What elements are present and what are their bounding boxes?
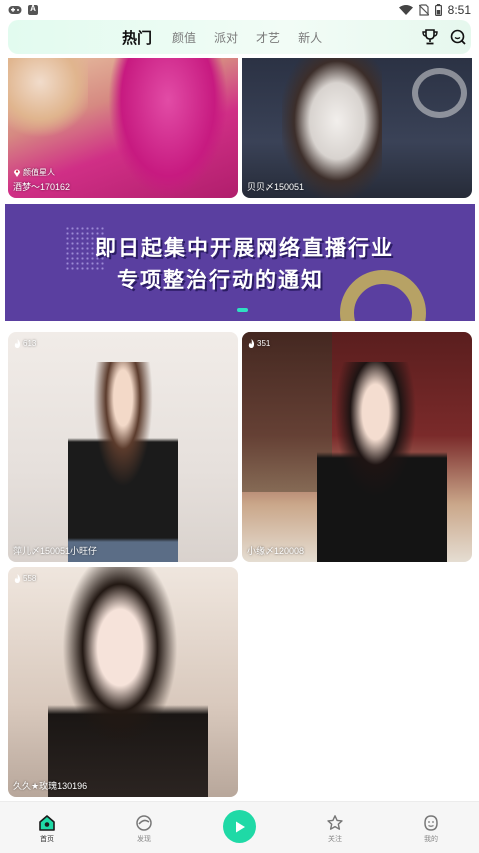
banner-page-indicator bbox=[237, 308, 248, 312]
tab-party[interactable]: 派对 bbox=[214, 29, 238, 46]
banner-title-line2: 专项整治行动的通知 bbox=[117, 269, 324, 292]
live-card[interactable]: 351 小缘〆120008 bbox=[242, 332, 472, 562]
star-icon bbox=[327, 815, 343, 830]
trophy-icon[interactable] bbox=[421, 28, 439, 46]
nav-home[interactable]: 首页 bbox=[27, 814, 67, 844]
nav-home-label: 首页 bbox=[40, 836, 54, 843]
banner-title-line1: 即日起集中开展网络直播行业 bbox=[95, 237, 394, 260]
card-caption: 小缘〆120008 bbox=[247, 546, 305, 556]
streamer-photo bbox=[282, 58, 382, 198]
banner-ring-decoration bbox=[340, 270, 426, 321]
tab-looks[interactable]: 颜值 bbox=[172, 29, 196, 46]
fire-icon bbox=[14, 339, 21, 348]
card-caption: 久久★玫瑰130196 bbox=[13, 781, 88, 791]
home-icon bbox=[39, 815, 55, 831]
status-bar: A 8:51 bbox=[0, 0, 479, 20]
viewer-count: 558 bbox=[14, 574, 36, 583]
search-icon[interactable] bbox=[449, 28, 467, 46]
a-icon: A bbox=[28, 5, 38, 15]
category-tabs: 热门 颜值 派对 才艺 新人 bbox=[117, 20, 322, 54]
card-caption: 贝贝〆150051 bbox=[247, 182, 305, 192]
announcement-banner[interactable]: 即日起集中开展网络直播行业 专项整治行动的通知 bbox=[5, 204, 475, 321]
nav-follow-label: 关注 bbox=[328, 836, 342, 843]
tab-hot[interactable]: 热门 bbox=[117, 27, 157, 48]
nav-discover-label: 发现 bbox=[137, 836, 151, 843]
nav-profile-label: 我的 bbox=[424, 836, 438, 843]
nav-discover[interactable]: 发现 bbox=[124, 814, 164, 844]
live-card[interactable]: 贝贝〆150051 bbox=[242, 58, 472, 198]
fire-icon bbox=[248, 339, 255, 348]
battery-icon bbox=[434, 4, 442, 16]
no-sim-icon bbox=[418, 4, 429, 16]
discover-icon bbox=[136, 815, 152, 831]
location-pin-icon bbox=[14, 169, 20, 177]
nav-profile[interactable]: 我的 bbox=[411, 814, 451, 844]
location-text: 颜值星人 bbox=[23, 168, 55, 177]
location-tag: 颜值星人 bbox=[13, 167, 55, 178]
clock: 8:51 bbox=[447, 3, 471, 17]
top-nav: 热门 颜值 派对 才艺 新人 bbox=[8, 20, 471, 54]
card-caption: 萍儿〆150051小旺仔 bbox=[13, 546, 98, 556]
tab-newcomer[interactable]: 新人 bbox=[298, 29, 322, 46]
viewer-count: 613 bbox=[14, 339, 36, 348]
streamer-photo bbox=[108, 58, 228, 198]
streamer-photo bbox=[48, 567, 208, 797]
nav-follow[interactable]: 关注 bbox=[315, 814, 355, 844]
streamer-photo bbox=[317, 362, 447, 562]
card-caption: 酒梦〜170162 bbox=[13, 182, 71, 192]
play-icon bbox=[235, 821, 245, 832]
fire-icon bbox=[14, 574, 21, 583]
bottom-nav: 首页 发现 关注 我的 bbox=[0, 801, 479, 853]
tab-talent[interactable]: 才艺 bbox=[256, 29, 280, 46]
game-icon bbox=[8, 6, 22, 14]
wifi-icon bbox=[398, 4, 413, 15]
viewer-count: 351 bbox=[248, 339, 270, 348]
live-card[interactable]: 558 久久★玫瑰130196 bbox=[8, 567, 238, 797]
profile-icon bbox=[424, 815, 438, 831]
go-live-button[interactable] bbox=[223, 810, 256, 843]
streamer-photo bbox=[68, 362, 178, 562]
live-card[interactable]: 颜值星人 酒梦〜170162 bbox=[8, 58, 238, 198]
live-card[interactable]: 613 萍儿〆150051小旺仔 bbox=[8, 332, 238, 562]
